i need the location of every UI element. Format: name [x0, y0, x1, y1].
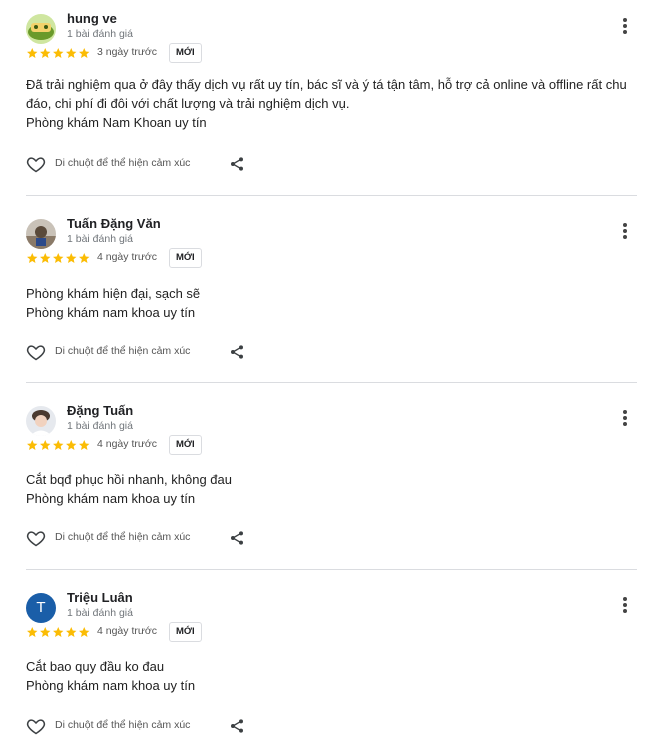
- star-icon: [79, 439, 90, 450]
- star-icon: [79, 626, 90, 637]
- star-icon: [40, 252, 51, 263]
- avatar[interactable]: [26, 219, 56, 249]
- review-text: Đã trải nghiệm qua ở đây thấy dịch vụ rấ…: [26, 75, 646, 132]
- react-label[interactable]: Di chuột để thể hiện cảm xúc: [55, 719, 190, 731]
- star-icon: [66, 47, 77, 58]
- heart-icon[interactable]: [26, 154, 46, 174]
- review-date: 4 ngày trước: [97, 625, 158, 637]
- heart-icon[interactable]: [26, 528, 46, 548]
- divider: [26, 382, 637, 383]
- star-icon: [27, 439, 38, 450]
- star-icon: [79, 47, 90, 58]
- review-text-line: đáo, chi phí đi đôi với chất lượng và tr…: [26, 96, 350, 111]
- reviewer-name[interactable]: hung ve: [67, 11, 117, 26]
- more-vert-icon: [623, 410, 627, 414]
- review-text-line: Cắt bqđ phục hồi nhanh, không đau: [26, 472, 233, 487]
- review-text: Phòng khám hiện đại, sạch sẽ Phòng khám …: [26, 284, 646, 322]
- star-icon: [53, 626, 64, 637]
- star-icon: [53, 439, 64, 450]
- review-text-line: Phòng khám Nam Khoan uy tín: [26, 115, 207, 130]
- star-icon: [66, 626, 77, 637]
- review-date: 4 ngày trước: [97, 251, 158, 263]
- share-icon[interactable]: [229, 155, 245, 173]
- review-text: Cắt bao quy đầu ko đau Phòng khám nam kh…: [26, 657, 646, 695]
- divider: [26, 569, 637, 570]
- avatar-image: [26, 406, 56, 436]
- star-icon: [40, 439, 51, 450]
- review-count: 1 bài đánh giá: [67, 420, 133, 432]
- review-text-line: Phòng khám hiện đại, sạch sẽ: [26, 286, 201, 301]
- star-rating: [26, 250, 91, 266]
- star-icon: [40, 47, 51, 58]
- star-icon: [66, 252, 77, 263]
- more-vert-icon: [623, 223, 627, 227]
- avatar-image: [26, 14, 56, 44]
- reviewer-name[interactable]: Đặng Tuấn: [67, 403, 133, 418]
- more-vert-icon: [623, 18, 627, 22]
- divider: [26, 195, 637, 196]
- star-icon: [53, 252, 64, 263]
- share-icon[interactable]: [229, 529, 245, 547]
- new-badge: MỚI: [169, 43, 202, 63]
- review-text: Cắt bqđ phục hồi nhanh, không đau Phòng …: [26, 470, 646, 508]
- star-icon: [40, 626, 51, 637]
- react-label[interactable]: Di chuột để thể hiện cảm xúc: [55, 531, 190, 543]
- star-icon: [53, 47, 64, 58]
- review-text-line: Phòng khám nam khoa uy tín: [26, 491, 196, 506]
- star-icon: [27, 626, 38, 637]
- review-count: 1 bài đánh giá: [67, 607, 133, 619]
- avatar[interactable]: [26, 14, 56, 44]
- more-options-button[interactable]: [616, 221, 634, 243]
- react-label[interactable]: Di chuột để thể hiện cảm xúc: [55, 157, 190, 169]
- share-icon[interactable]: [229, 343, 245, 361]
- review-text-line: Đã trải nghiệm qua ở đây thấy dịch vụ rấ…: [26, 77, 627, 92]
- react-label[interactable]: Di chuột để thể hiện cảm xúc: [55, 345, 190, 357]
- more-vert-icon: [623, 597, 627, 601]
- heart-icon[interactable]: [26, 342, 46, 362]
- star-icon: [27, 47, 38, 58]
- star-rating: [26, 437, 91, 453]
- avatar[interactable]: [26, 406, 56, 436]
- review-count: 1 bài đánh giá: [67, 28, 133, 40]
- review-text-line: Phòng khám nam khoa uy tín: [26, 678, 196, 693]
- review-text-line: Phòng khám nam khoa uy tín: [26, 305, 196, 320]
- more-options-button[interactable]: [616, 595, 634, 617]
- reviewer-name[interactable]: Triệu Luân: [67, 590, 133, 605]
- review-date: 3 ngày trước: [97, 46, 158, 58]
- more-options-button[interactable]: [616, 408, 634, 430]
- new-badge: MỚI: [169, 248, 202, 268]
- review-date: 4 ngày trước: [97, 438, 158, 450]
- avatar-image: [26, 219, 56, 249]
- review-count: 1 bài đánh giá: [67, 233, 133, 245]
- avatar[interactable]: T: [26, 593, 56, 623]
- star-rating: [26, 624, 91, 640]
- new-badge: MỚI: [169, 435, 202, 455]
- review-text-line: Cắt bao quy đầu ko đau: [26, 659, 165, 674]
- star-icon: [79, 252, 90, 263]
- share-icon[interactable]: [229, 717, 245, 735]
- reviewer-name[interactable]: Tuấn Đặng Văn: [67, 216, 161, 231]
- heart-icon[interactable]: [26, 716, 46, 736]
- star-icon: [66, 439, 77, 450]
- new-badge: MỚI: [169, 622, 202, 642]
- star-rating: [26, 45, 91, 61]
- star-icon: [27, 252, 38, 263]
- more-options-button[interactable]: [616, 16, 634, 38]
